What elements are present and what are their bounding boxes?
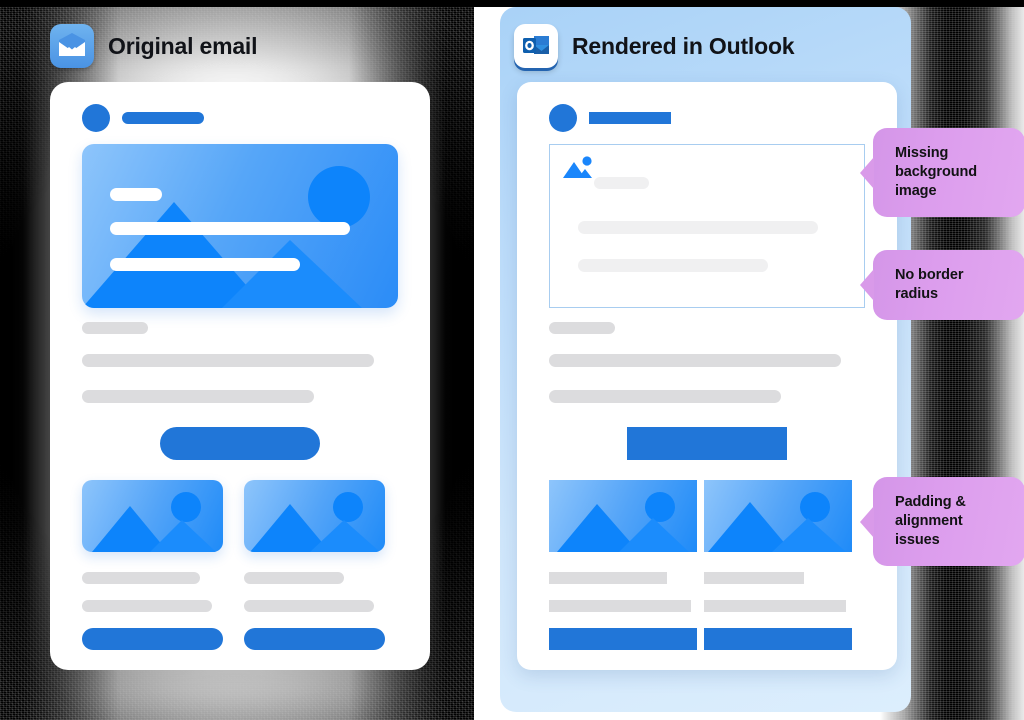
tile-image-a: [549, 480, 697, 552]
mountain-illustration-icon: [92, 506, 216, 552]
avatar: [549, 104, 577, 132]
sender-row: [82, 104, 204, 132]
tile-a-button[interactable]: [82, 628, 223, 650]
original-email-card: [50, 82, 430, 670]
hero-text-bar-1: [110, 188, 162, 201]
callout-padding-alignment-issues: Padding & alignment issues: [873, 477, 1024, 567]
broken-image-icon: [563, 156, 592, 178]
tile-b-button[interactable]: [704, 628, 852, 650]
hero-background-image: [82, 144, 398, 308]
callout-missing-background-image: Missing background image: [873, 128, 1024, 218]
original-email-title: Original email: [108, 32, 258, 59]
tile-a-line-1-placeholder: [82, 572, 200, 584]
outlook-email-header: Rendered in Outlook: [514, 24, 795, 68]
outlook-email-title: Rendered in Outlook: [572, 32, 795, 59]
callout-text: No border radius: [895, 267, 964, 303]
tile-b-button[interactable]: [244, 628, 385, 650]
callout-text: Padding & alignment issues: [895, 494, 966, 549]
sender-name-placeholder: [122, 112, 204, 124]
hero-text-bar-3: [110, 258, 300, 271]
mountain-illustration-icon: [708, 502, 846, 552]
tile-b-line-1-placeholder: [244, 572, 344, 584]
body-line-1-placeholder: [549, 354, 841, 367]
tile-b-line-1-placeholder: [704, 572, 804, 584]
tile-a-button[interactable]: [549, 628, 697, 650]
tile-b-line-2-placeholder: [704, 600, 846, 612]
body-line-1-placeholder: [82, 354, 374, 367]
tile-a-line-1-placeholder: [549, 572, 667, 584]
body-heading-placeholder: [82, 322, 148, 334]
broken-box-placeholder-3: [578, 259, 768, 272]
hero-broken-image-box: [549, 144, 865, 308]
body-line-2-placeholder: [82, 390, 314, 403]
tile-a-line-2-placeholder: [82, 600, 212, 612]
hero-text-bar-2: [110, 222, 350, 235]
outlook-email-card: [517, 82, 897, 670]
sender-name-placeholder: [589, 112, 671, 124]
top-black-bar: [0, 0, 1024, 7]
cta-button[interactable]: [627, 427, 787, 460]
sender-row: [549, 104, 671, 132]
tile-a-line-2-placeholder: [549, 600, 691, 612]
cta-button[interactable]: [160, 427, 320, 460]
mail-envelope-icon: [50, 24, 94, 68]
original-email-header: Original email: [50, 24, 258, 68]
outlook-logo-icon: [514, 24, 558, 68]
callout-text: Missing background image: [895, 145, 977, 200]
broken-box-placeholder-2: [578, 221, 818, 234]
tile-image-a: [82, 480, 223, 552]
mountain-illustration-icon: [557, 504, 689, 552]
avatar: [82, 104, 110, 132]
tile-image-b: [244, 480, 385, 552]
mountain-illustration-icon: [250, 504, 380, 552]
body-line-2-placeholder: [549, 390, 781, 403]
tile-b-line-2-placeholder: [244, 600, 374, 612]
body-heading-placeholder: [549, 322, 615, 334]
comparison-stage: Original email Rendered in Outlook Missi…: [0, 0, 1024, 720]
tile-image-b: [704, 480, 852, 552]
callout-no-border-radius: No border radius: [873, 250, 1024, 321]
broken-box-placeholder-1: [594, 177, 649, 189]
